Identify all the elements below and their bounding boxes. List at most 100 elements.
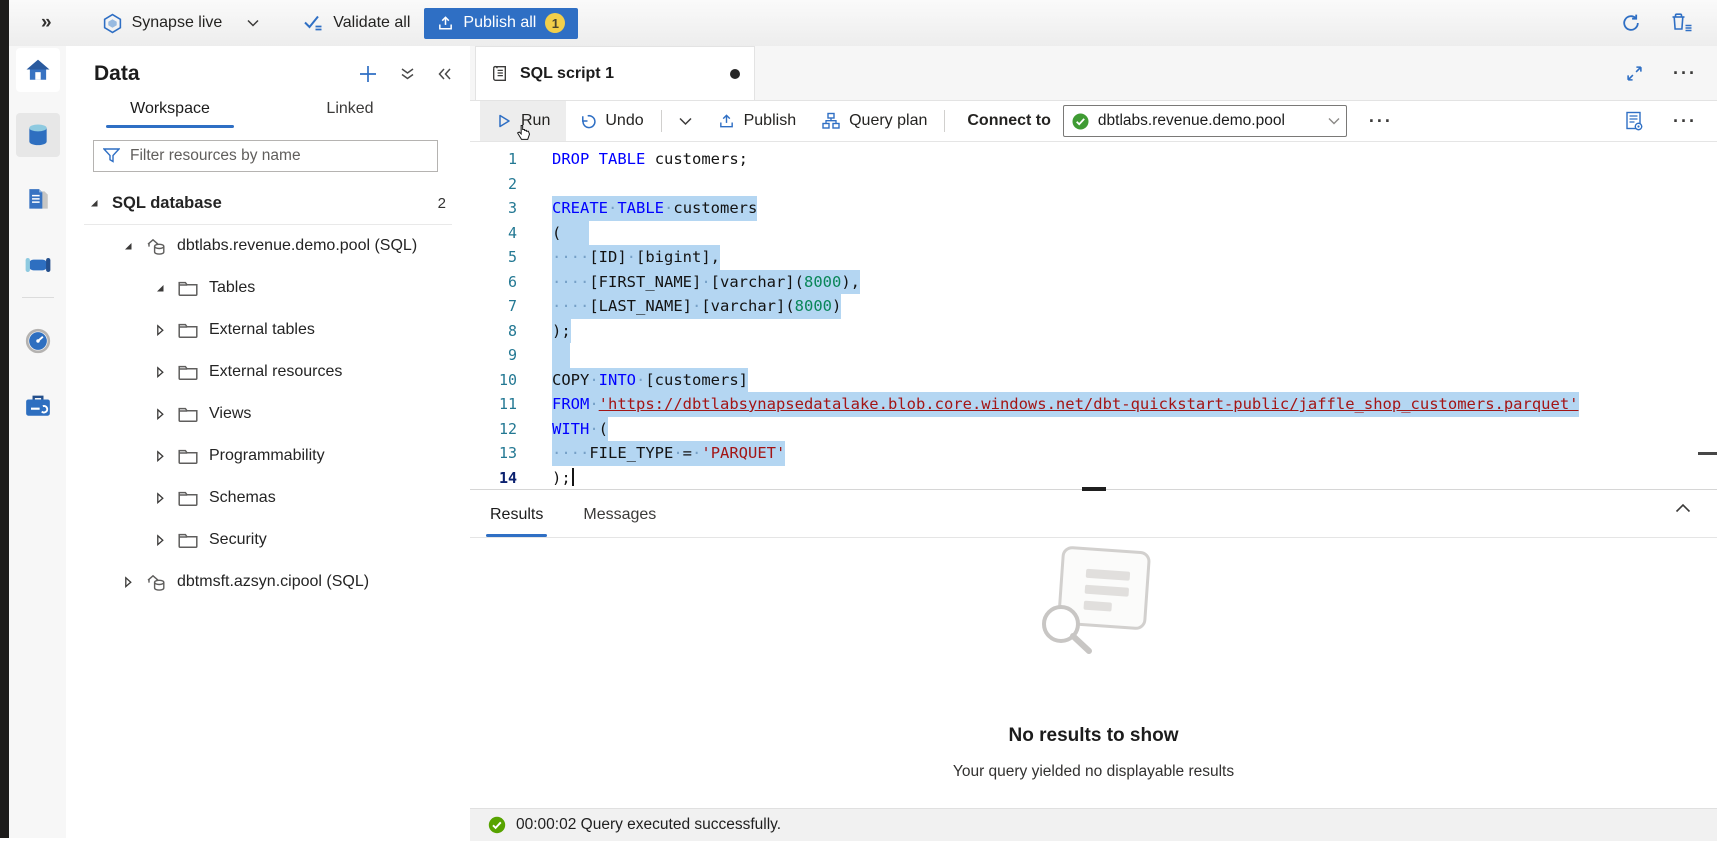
resource-tree: SQL database2dbtlabs.revenue.demo.pool (…: [66, 182, 470, 603]
query-plan-button[interactable]: Query plan: [809, 101, 940, 141]
collapse-panel-icon[interactable]: [437, 67, 452, 81]
line-content: ····[ID]·[bigint],: [517, 245, 720, 270]
chevron-collapsed-icon[interactable]: [154, 408, 169, 420]
sql-pool-icon: [146, 573, 170, 592]
line-number: 6: [470, 270, 517, 295]
filter-input[interactable]: [93, 140, 438, 172]
code-line-12[interactable]: 12WITH·(: [470, 417, 1717, 442]
line-content: ····[LAST_NAME]·[varchar](8000): [517, 294, 841, 319]
tab-workspace[interactable]: Workspace: [80, 100, 260, 128]
synapse-live-selector[interactable]: Synapse live: [102, 13, 260, 34]
toolbar-overflow-icon[interactable]: ···: [1369, 116, 1393, 126]
code-line-1[interactable]: 1DROP TABLE customers;: [470, 147, 1717, 172]
collapse-all-icon[interactable]: [400, 67, 415, 81]
refresh-icon[interactable]: [1620, 12, 1642, 34]
toolbar-more-icon[interactable]: ···: [1673, 116, 1697, 126]
tree-item-label: Views: [209, 405, 251, 423]
code-line-11[interactable]: 11FROM·'https://dbtlabsynapsedatalake.bl…: [470, 392, 1717, 417]
chevron-collapsed-icon[interactable]: [154, 534, 169, 546]
chevron-collapsed-icon[interactable]: [154, 492, 169, 504]
tab-overflow-icon[interactable]: ···: [1673, 68, 1697, 78]
scrollbar-decoration[interactable]: [1698, 452, 1717, 455]
tree-item-external-resources[interactable]: External resources: [66, 351, 470, 393]
properties-icon[interactable]: [1623, 110, 1645, 132]
line-content: );: [517, 466, 574, 490]
nav-data-icon[interactable]: [16, 113, 60, 157]
add-resource-icon[interactable]: [358, 64, 378, 84]
tab-messages[interactable]: Messages: [571, 506, 668, 537]
validate-all-button[interactable]: Validate all: [303, 14, 410, 32]
tree-item-external-tables[interactable]: External tables: [66, 309, 470, 351]
discard-all-icon[interactable]: [1670, 12, 1693, 34]
folder-icon: [178, 448, 202, 464]
code-line-5[interactable]: 5····[ID]·[bigint],: [470, 245, 1717, 270]
tree-item-security[interactable]: Security: [66, 519, 470, 561]
undo-button[interactable]: Undo: [566, 101, 656, 141]
unsaved-changes-dot: [730, 69, 740, 79]
tree-item-label: dbtmsft.azsyn.cipool (SQL): [177, 573, 369, 591]
line-content: COPY·INTO·[customers]: [517, 368, 748, 393]
expand-editor-icon[interactable]: [1626, 65, 1643, 82]
nav-home-icon[interactable]: [16, 48, 60, 92]
code-line-4[interactable]: 4(: [470, 221, 1717, 246]
resize-handle[interactable]: [1082, 487, 1106, 491]
line-content: DROP TABLE customers;: [517, 147, 748, 172]
publish-button[interactable]: Publish: [705, 101, 809, 141]
mode-label: Synapse live: [132, 14, 223, 32]
expand-panel-icon[interactable]: »: [41, 12, 52, 34]
tab-sql-script-1[interactable]: SQL script 1: [475, 46, 755, 100]
code-line-2[interactable]: 2: [470, 172, 1717, 197]
results-header: Results Messages: [470, 490, 1717, 538]
nav-integrate-icon[interactable]: [16, 243, 60, 287]
publish-upload-icon: [718, 113, 735, 130]
chevron-expanded-icon[interactable]: [154, 282, 169, 294]
chevron-collapsed-icon[interactable]: [154, 324, 169, 336]
publish-all-button[interactable]: Publish all 1: [424, 8, 578, 39]
line-content: );: [517, 319, 571, 344]
run-button[interactable]: Run: [480, 101, 566, 141]
connection-dropdown[interactable]: dbtlabs.revenue.demo.pool: [1063, 105, 1347, 137]
code-line-6[interactable]: 6····[FIRST_NAME]·[varchar](8000),: [470, 270, 1717, 295]
collapse-results-icon[interactable]: [1675, 503, 1691, 513]
chevron-expanded-icon[interactable]: [122, 240, 137, 252]
nav-manage-icon[interactable]: [16, 384, 60, 428]
chevron-collapsed-icon[interactable]: [122, 576, 137, 588]
nav-monitor-icon[interactable]: [16, 319, 60, 363]
tree-item-schemas[interactable]: Schemas: [66, 477, 470, 519]
tree-item-dbtmsft-azsyn-cipool-sql[interactable]: dbtmsft.azsyn.cipool (SQL): [66, 561, 470, 603]
chevron-expanded-icon[interactable]: [88, 197, 103, 209]
line-content: [517, 172, 552, 197]
line-number: 13: [470, 441, 517, 466]
code-line-7[interactable]: 7····[LAST_NAME]·[varchar](8000): [470, 294, 1717, 319]
undo-menu-chevron[interactable]: [666, 101, 705, 141]
publish-count-badge: 1: [545, 13, 565, 33]
code-line-3[interactable]: 3CREATE·TABLE·customers: [470, 196, 1717, 221]
code-line-10[interactable]: 10COPY·INTO·[customers]: [470, 368, 1717, 393]
sql-pool-icon: [146, 237, 170, 256]
code-line-13[interactable]: 13····FILE_TYPE·=·'PARQUET': [470, 441, 1717, 466]
toolbar-divider: [661, 110, 662, 132]
code-line-9[interactable]: 9: [470, 343, 1717, 368]
tree-item-label: Tables: [209, 279, 255, 297]
tab-results[interactable]: Results: [478, 506, 555, 537]
tab-linked[interactable]: Linked: [260, 100, 440, 128]
chevron-down-icon: [247, 19, 259, 27]
tree-item-tables[interactable]: Tables: [66, 267, 470, 309]
tree-item-views[interactable]: Views: [66, 393, 470, 435]
undo-icon: [579, 113, 596, 130]
success-check-icon: [488, 816, 506, 834]
folder-icon: [178, 322, 202, 338]
line-number: 8: [470, 319, 517, 344]
code-line-14[interactable]: 14);: [470, 466, 1717, 490]
sql-editor[interactable]: 1DROP TABLE customers;23CREATE·TABLE·cus…: [470, 142, 1717, 489]
results-panel: Results Messages No results to show Your…: [470, 489, 1717, 808]
chevron-collapsed-icon[interactable]: [154, 450, 169, 462]
tree-item-sql-database[interactable]: SQL database2: [66, 182, 470, 224]
chevron-collapsed-icon[interactable]: [154, 366, 169, 378]
tree-item-programmability[interactable]: Programmability: [66, 435, 470, 477]
tree-item-dbtlabs-revenue-demo-pool-sql[interactable]: dbtlabs.revenue.demo.pool (SQL): [66, 225, 470, 267]
nav-develop-icon[interactable]: [16, 178, 60, 222]
tree-item-label: Security: [209, 531, 267, 549]
connect-to-label: Connect to: [949, 112, 1063, 130]
code-line-8[interactable]: 8);: [470, 319, 1717, 344]
